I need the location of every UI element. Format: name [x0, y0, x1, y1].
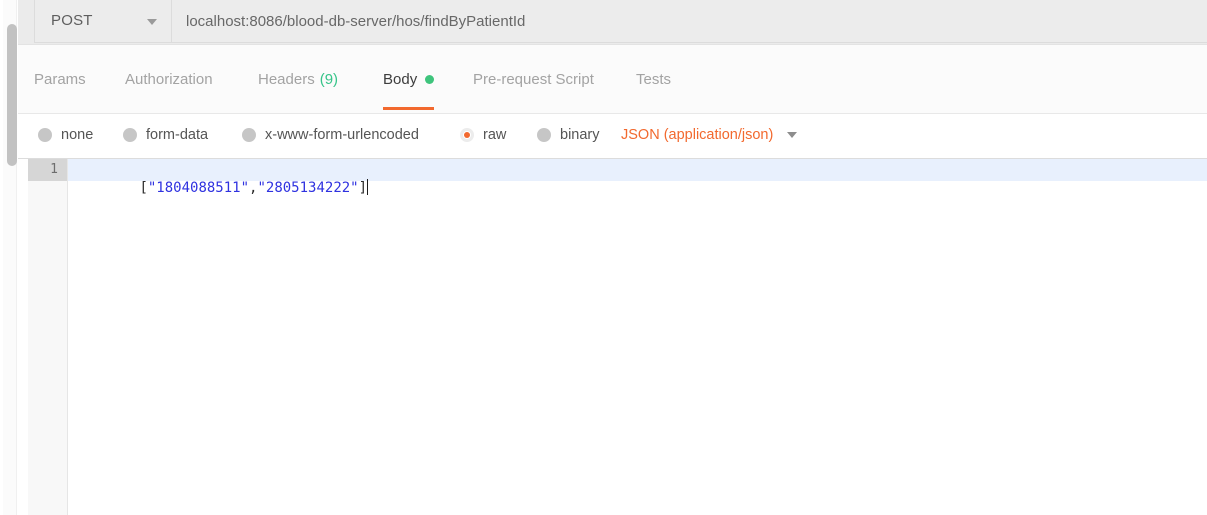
body-modified-dot-icon — [425, 74, 435, 84]
chevron-down-icon — [147, 19, 157, 25]
tab-tests[interactable]: Tests — [636, 45, 671, 113]
tab-body[interactable]: Body — [383, 45, 435, 113]
radio-icon — [38, 128, 52, 142]
radio-label: none — [61, 127, 94, 143]
tab-label: Authorization — [125, 70, 213, 88]
postman-request-pane: POST Params Authorization Headers (9) Bo… — [0, 0, 1207, 515]
body-type-x-www-form-urlencoded[interactable]: x-www-form-urlencoded — [242, 127, 419, 143]
radio-icon — [242, 128, 256, 142]
window-scrollbar-track[interactable] — [3, 0, 17, 515]
radio-icon — [537, 128, 551, 142]
window-scrollbar-thumb[interactable] — [7, 24, 17, 166]
radio-label: binary — [560, 127, 600, 143]
text-cursor — [367, 179, 369, 195]
mime-type-dropdown[interactable]: JSON (application/json) — [621, 127, 798, 143]
radio-label: x-www-form-urlencoded — [265, 127, 419, 143]
tab-label: Pre-request Script — [473, 70, 594, 88]
body-type-selector: none form-data x-www-form-urlencoded raw… — [18, 114, 1207, 159]
http-method-label: POST — [51, 12, 93, 29]
radio-label: form-data — [146, 127, 209, 143]
tab-label: Headers — [258, 70, 315, 88]
radio-icon — [123, 128, 137, 142]
http-method-dropdown[interactable]: POST — [34, 0, 172, 43]
tab-label: Params — [34, 70, 86, 88]
request-body-editor[interactable]: 1 ["1804088511","2805134222"] — [18, 159, 1207, 515]
code-token-string: "2805134222" — [257, 180, 359, 196]
tab-headers[interactable]: Headers (9) — [258, 45, 338, 113]
tab-pre-request-script[interactable]: Pre-request Script — [473, 45, 594, 113]
radio-label: raw — [483, 127, 507, 143]
request-pane: POST Params Authorization Headers (9) Bo… — [18, 0, 1207, 515]
code-token-string: "1804088511" — [147, 180, 250, 196]
headers-count-badge: (9) — [319, 70, 339, 88]
tab-label: Body — [383, 70, 418, 88]
code-token-punct: [ — [139, 180, 148, 196]
editor-code-line[interactable]: ["1804088511","2805134222"] — [72, 161, 369, 215]
request-url-input[interactable] — [172, 0, 1207, 43]
body-type-binary[interactable]: binary — [537, 127, 600, 143]
code-token-punct: ] — [358, 180, 368, 196]
tab-params[interactable]: Params — [34, 45, 86, 113]
tab-label: Tests — [636, 70, 672, 88]
editor-line-number: 1 — [50, 162, 58, 177]
body-type-raw[interactable]: raw — [460, 127, 506, 143]
request-url-bar: POST — [18, 0, 1207, 45]
active-tab-underline — [383, 107, 435, 110]
mime-type-label: JSON (application/json) — [621, 127, 774, 143]
chevron-down-icon — [787, 132, 798, 138]
body-type-form-data[interactable]: form-data — [123, 127, 208, 143]
tab-authorization[interactable]: Authorization — [125, 45, 213, 113]
request-tabs: Params Authorization Headers (9) Body Pr… — [18, 45, 1207, 114]
editor-gutter — [28, 159, 68, 515]
body-type-none[interactable]: none — [38, 127, 93, 143]
radio-selected-icon — [460, 128, 474, 142]
